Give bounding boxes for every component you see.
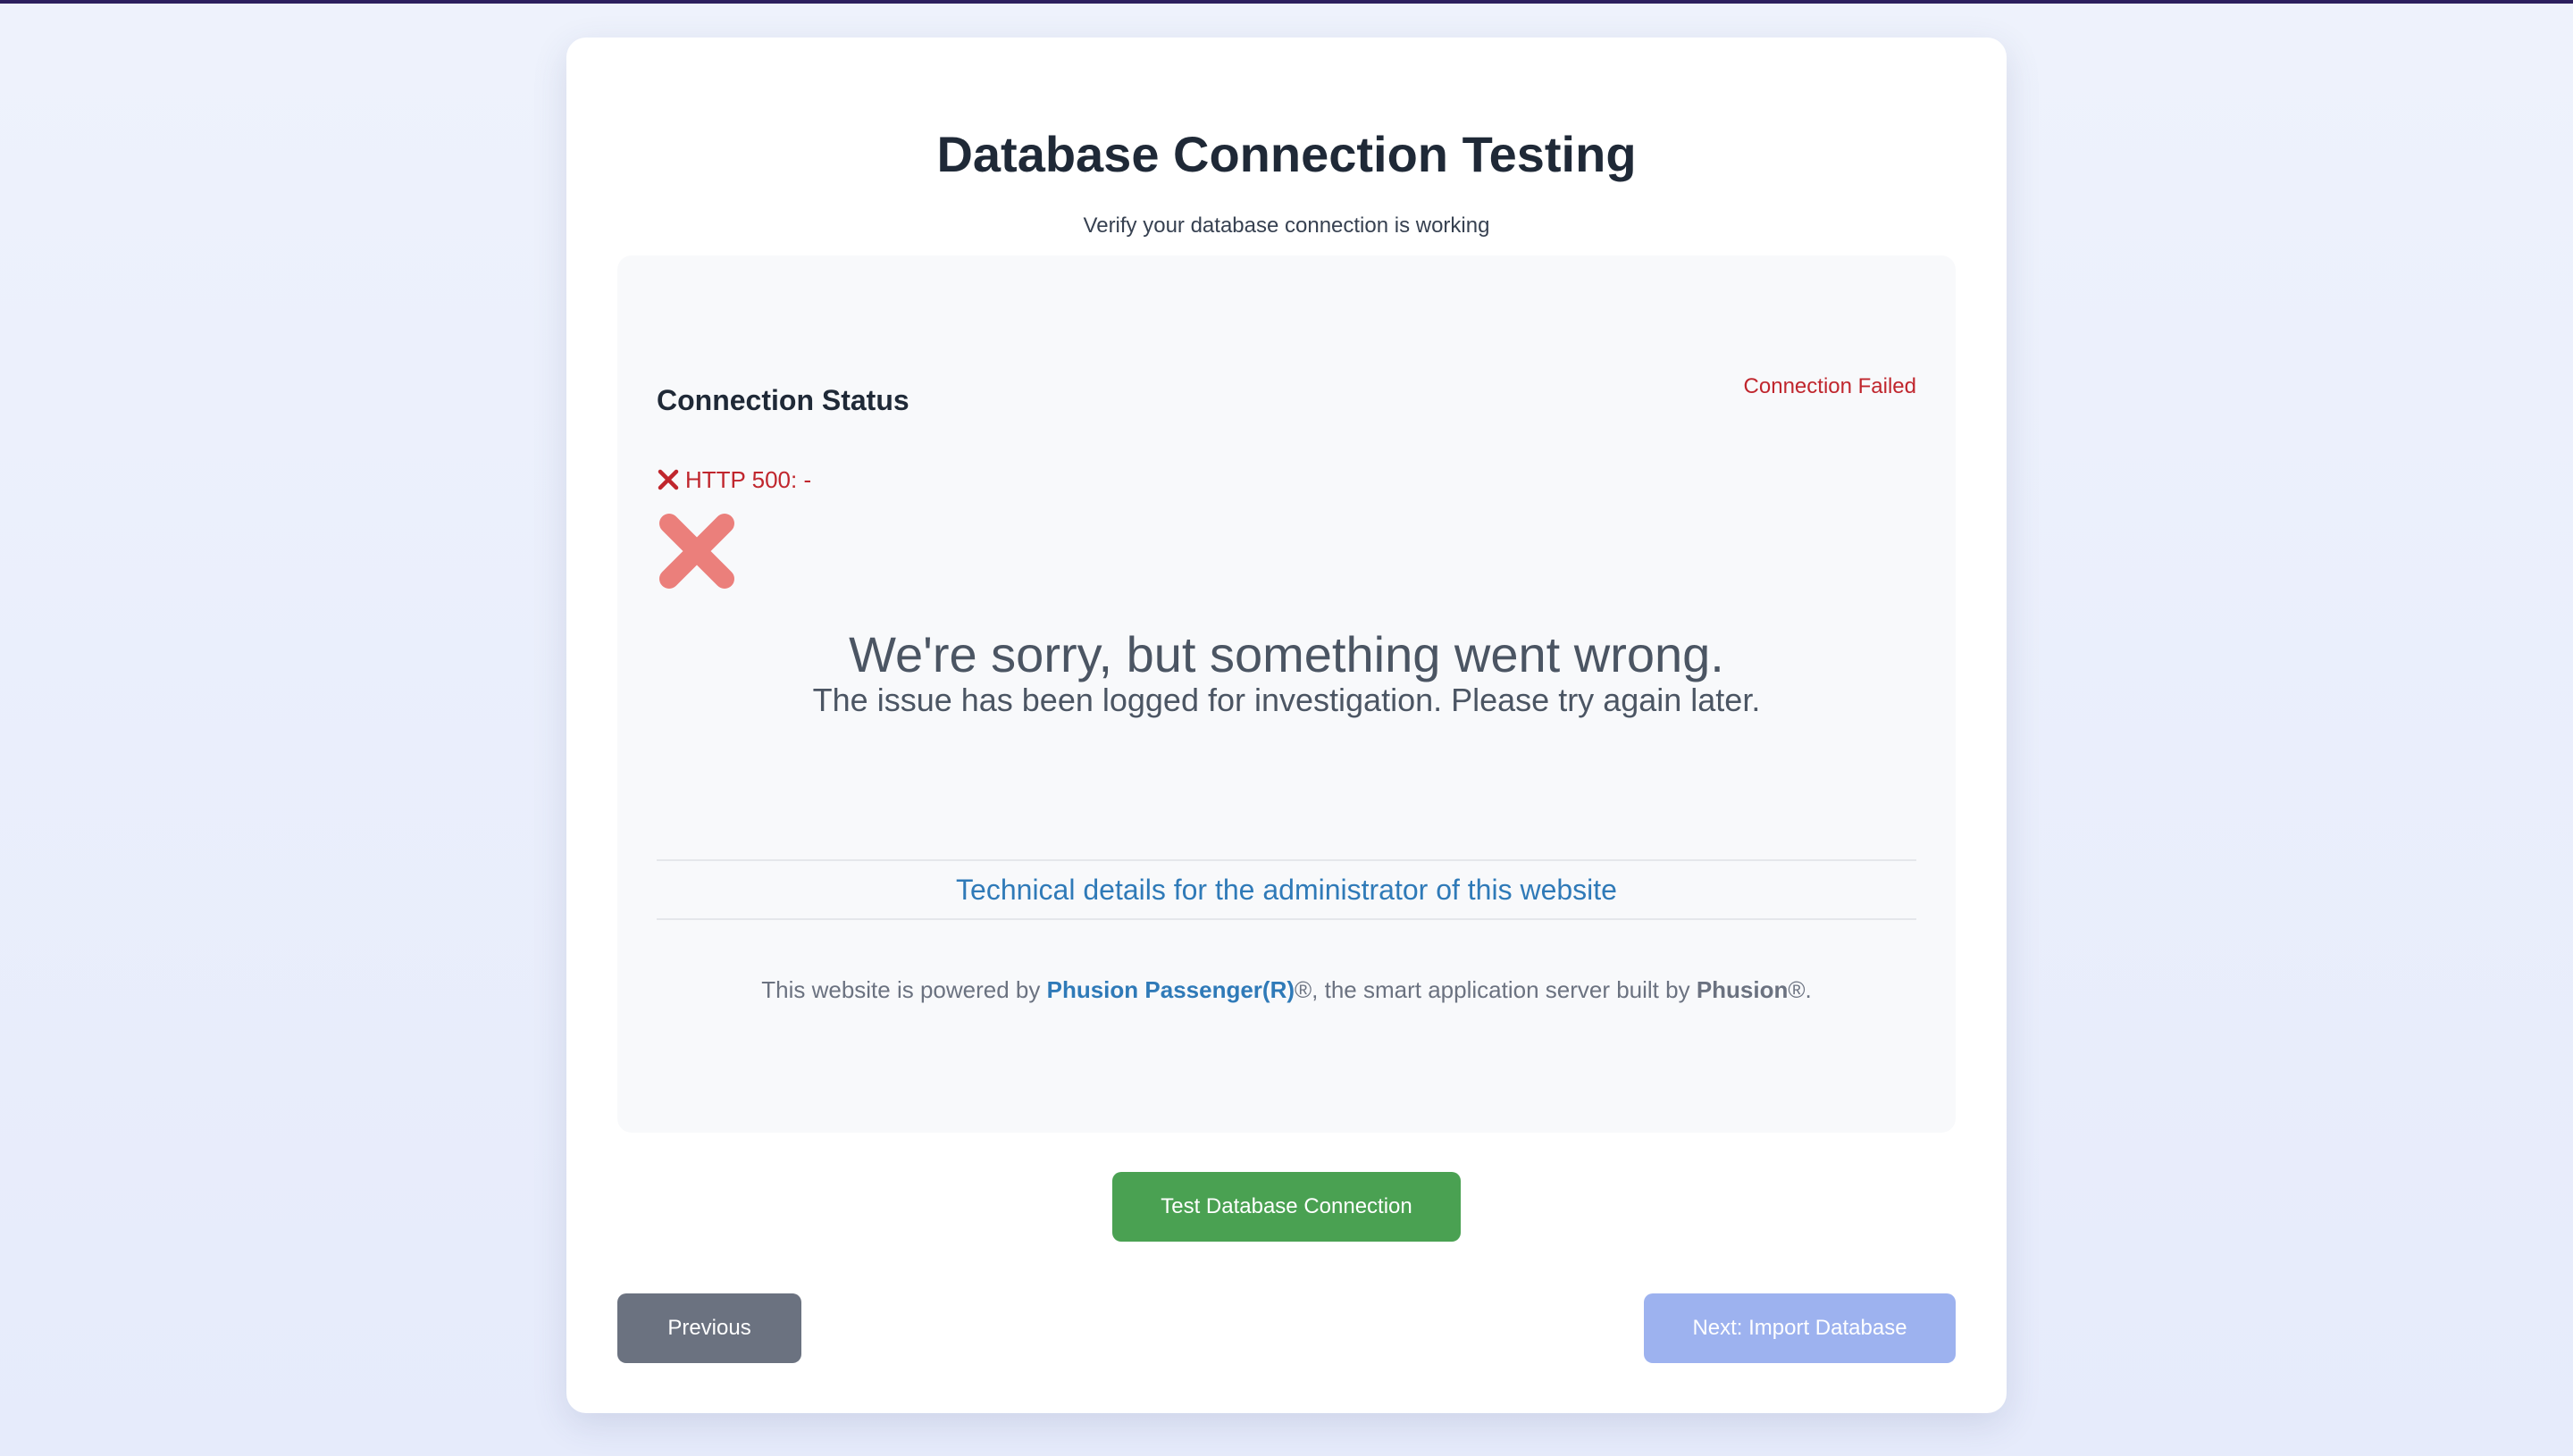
connection-status-heading: Connection Status	[657, 384, 909, 416]
phusion-passenger-link[interactable]: Phusion Passenger(R)	[1047, 976, 1295, 1003]
powered-middle-text: ®, the smart application server built by	[1295, 976, 1697, 1003]
test-connection-button[interactable]: Test Database Connection	[1112, 1172, 1461, 1242]
page-subtitle: Verify your database connection is worki…	[1083, 213, 1490, 238]
connection-status-panel: Connection Status Connection Failed HTTP…	[617, 255, 1956, 1133]
error-message: The issue has been logged for investigat…	[812, 682, 1761, 718]
http-error-line: HTTP 500: -	[657, 466, 811, 493]
phusion-brand-text: Phusion	[1696, 976, 1789, 1003]
setup-card: Database Connection Testing Verify your …	[566, 38, 2007, 1413]
previous-button[interactable]: Previous	[617, 1293, 801, 1363]
powered-suffix-text: ®.	[1788, 976, 1812, 1003]
powered-by-footer: This website is powered by Phusion Passe…	[617, 975, 1956, 1004]
next-import-database-button[interactable]: Next: Import Database	[1644, 1293, 1956, 1363]
top-accent-strip	[0, 0, 2573, 4]
large-x-icon	[657, 511, 737, 591]
http-error-text: HTTP 500: -	[685, 466, 812, 493]
connection-status-badge: Connection Failed	[1743, 374, 1916, 398]
powered-prefix-text: This website is powered by	[761, 976, 1047, 1003]
technical-details-link[interactable]: Technical details for the administrator …	[657, 859, 1916, 920]
close-x-icon	[657, 468, 680, 491]
error-headline: We're sorry, but something went wrong.	[849, 626, 1724, 682]
page-title: Database Connection Testing	[936, 126, 1637, 182]
